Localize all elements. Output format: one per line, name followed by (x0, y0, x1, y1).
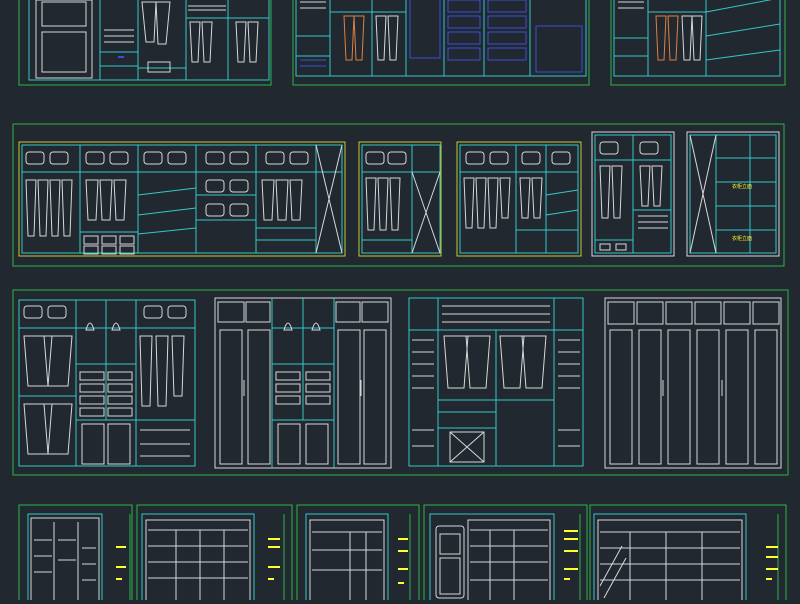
row4-cabinets (27, 513, 747, 604)
hanging-clothes (300, 1, 399, 61)
row2-cabinet-d-structure (595, 135, 671, 253)
row4-yellow-markers (116, 530, 778, 584)
row2-cabinet-e-details (689, 134, 717, 254)
row4-frame-1 (18, 504, 133, 604)
cabinet-annotation: 衣柜立面 (732, 235, 752, 242)
row2-cabinet-c-details (463, 151, 571, 229)
row2-cabinet-b-details (365, 151, 441, 254)
row3-cabinet-1 (18, 299, 196, 467)
row2-cabinet-large-inner (21, 144, 343, 254)
hanging-clothes-orange (343, 15, 365, 61)
cabinet-annotation: 衣柜立面 (732, 183, 752, 190)
row4-cabinet-details (30, 517, 743, 603)
door-panel (35, 0, 93, 79)
row4-frame-4 (423, 504, 588, 604)
row3-elevations (12, 289, 789, 476)
row1-cabinet-2-structure (296, 0, 531, 76)
row3-frame (12, 289, 789, 476)
row2-cabinet-d-details (599, 141, 668, 251)
hanging-clothes-orange (655, 15, 679, 61)
row2-cabinet-b-inner (361, 144, 441, 254)
blue-marker (118, 56, 124, 58)
row2-cabinet-b (358, 141, 442, 257)
row2-cabinet-c-structure (460, 145, 579, 253)
row4-frame-5 (589, 504, 787, 604)
row2-cabinet-b-structure (362, 145, 440, 253)
row2-cabinet-c-inner (459, 144, 579, 254)
row1-elevations (18, 0, 786, 86)
row1-cabinet-2 (295, 0, 587, 77)
hanging-clothes (104, 1, 259, 63)
row1-frame-3 (610, 0, 786, 86)
row3-cabinet-2-structure (271, 298, 335, 468)
row2-elevations: 衣柜立面 衣柜立面 (12, 123, 785, 267)
row2-cabinet-c (456, 141, 582, 257)
row4-frame-3 (296, 504, 420, 604)
wardrobe-elevation-sheet: 衣柜立面 衣柜立面 (12, 0, 789, 604)
row1-cabinet-2-drawers (300, 0, 583, 73)
row1-cabinet-3-structure (614, 0, 781, 76)
hanging-clothes (618, 1, 703, 61)
row2-cabinet-large-structure (22, 145, 342, 253)
row4-frame-2 (136, 504, 293, 604)
row3-cabinet-3-structure (409, 298, 583, 466)
row2-large-details (25, 144, 343, 255)
cad-drawing-canvas: 衣柜立面 衣柜立面 (0, 0, 800, 604)
row3-cabinet-1-structure (19, 300, 195, 466)
drawer (147, 61, 171, 73)
door-inset (41, 31, 87, 73)
row4-dimension-lines (129, 514, 779, 600)
row3-cabinet-1-details (23, 305, 190, 465)
door-inset-top (41, 1, 87, 27)
row3-cabinet-4-doors (607, 301, 780, 465)
row4-elevations (18, 504, 787, 604)
